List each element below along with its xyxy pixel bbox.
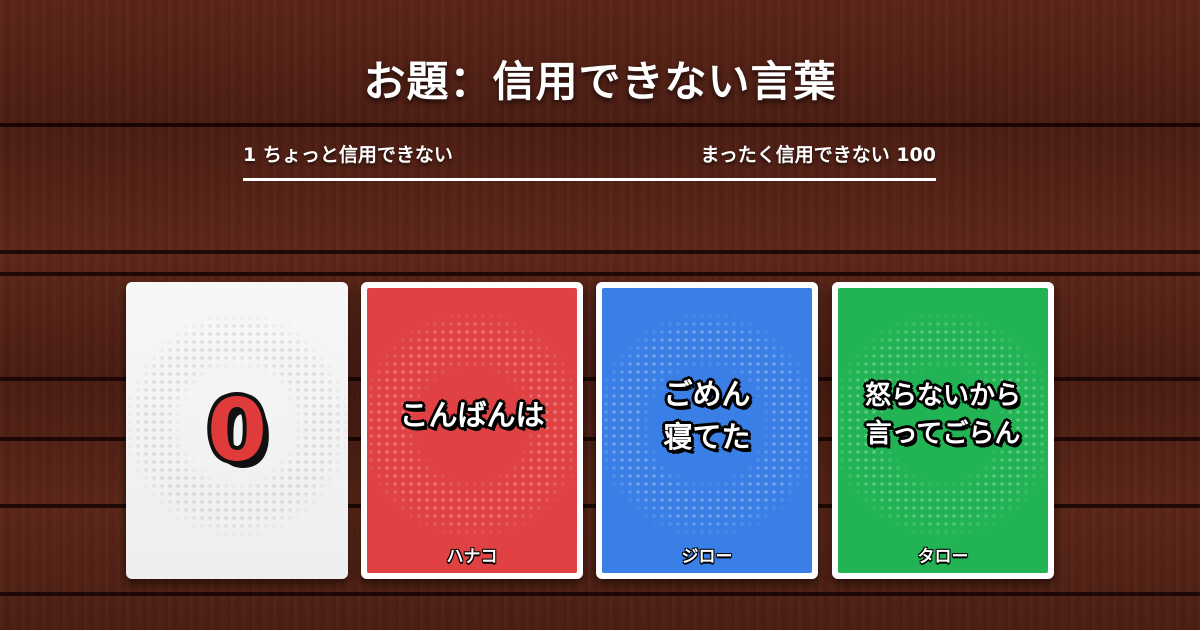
player-name: ジロー bbox=[681, 547, 733, 567]
answer-card-jiro[interactable]: ごめん 寝てた ジロー bbox=[596, 282, 818, 579]
answer-text: 怒らないから 言ってごらん bbox=[864, 380, 1021, 449]
answer-card-taro[interactable]: 怒らないから 言ってごらん タロー bbox=[832, 282, 1054, 579]
answer-text: こんばんは bbox=[399, 398, 545, 433]
scale-left-label: 1 ちょっと信用できない bbox=[243, 144, 453, 166]
card-face: こんばんは ハナコ bbox=[367, 288, 577, 573]
player-name: タロー bbox=[917, 547, 969, 567]
player-name: ハナコ bbox=[446, 547, 498, 567]
answer-card-hanako[interactable]: こんばんは ハナコ bbox=[361, 282, 583, 579]
wood-plank-seam bbox=[0, 123, 1200, 127]
scale-right-label: まったく信用できない 100 bbox=[700, 144, 936, 166]
topic-title: お題：信用できない言葉 bbox=[363, 57, 837, 106]
card-face: ごめん 寝てた ジロー bbox=[602, 288, 812, 573]
wood-plank-seam bbox=[0, 272, 1200, 276]
scale-bar: 1 ちょっと信用できない まったく信用できない 100 bbox=[243, 140, 936, 181]
target-number-card: 0 bbox=[126, 282, 348, 579]
card-face: 怒らないから 言ってごらん タロー bbox=[838, 288, 1048, 573]
answer-text: ごめん 寝てた bbox=[663, 377, 751, 454]
wood-plank-seam bbox=[0, 592, 1200, 596]
target-number: 0 bbox=[207, 380, 267, 481]
